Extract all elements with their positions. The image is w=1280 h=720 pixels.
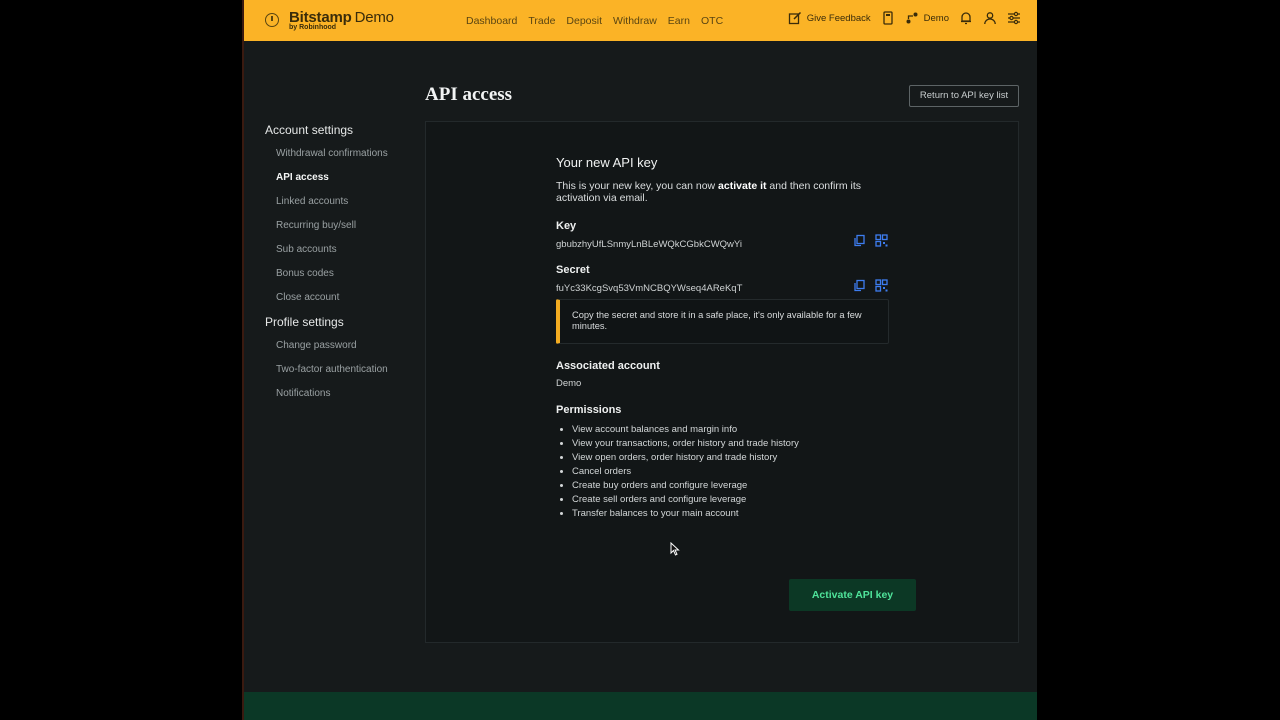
header-tools: Give Feedback Demo (788, 11, 1021, 25)
main-nav: Dashboard Trade Deposit Withdraw Earn OT… (466, 15, 723, 27)
key-label: Key (556, 220, 577, 232)
permission-item: Cancel orders (572, 466, 799, 480)
permission-item: Create buy orders and configure leverage (572, 480, 799, 494)
sidebar-item-api-access[interactable]: API access (265, 171, 415, 195)
nav-deposit[interactable]: Deposit (566, 15, 602, 27)
edit-icon (788, 11, 802, 25)
nav-withdraw[interactable]: Withdraw (613, 15, 657, 27)
associated-account-label: Associated account (556, 360, 660, 372)
footer-bar (244, 692, 1037, 720)
permission-item: Create sell orders and configure leverag… (572, 494, 799, 508)
activate-api-key-button[interactable]: Activate API key (789, 579, 916, 611)
nav-otc[interactable]: OTC (701, 15, 723, 27)
secret-label: Secret (556, 264, 590, 276)
sidebar-item-two-factor[interactable]: Two-factor authentication (265, 363, 415, 387)
permissions-list: View account balances and margin info Vi… (572, 424, 799, 522)
copy-key-icon[interactable] (853, 234, 866, 247)
give-feedback-button[interactable]: Give Feedback (788, 11, 871, 25)
sidebar-item-bonus-codes[interactable]: Bonus codes (265, 267, 415, 291)
mouse-cursor-icon (670, 542, 680, 556)
sidebar-item-notifications[interactable]: Notifications (265, 387, 415, 411)
intro-bold: activate it (718, 180, 767, 192)
page-title: API access (425, 84, 513, 105)
api-key-panel: Your new API key This is your new key, y… (425, 121, 1019, 643)
secret-warning: Copy the secret and store it in a safe p… (556, 299, 889, 344)
account-settings-heading: Account settings (265, 123, 354, 137)
nav-earn[interactable]: Earn (668, 15, 690, 27)
settings-sliders-icon[interactable] (1007, 11, 1021, 25)
copy-secret-icon[interactable] (853, 279, 866, 292)
permissions-label: Permissions (556, 404, 622, 416)
app-window: Bitstamp Demo by Robinhood Dashboard Trad… (244, 0, 1037, 720)
nav-trade[interactable]: Trade (528, 15, 555, 27)
account-label: Demo (923, 12, 949, 24)
qr-secret-icon[interactable] (875, 279, 888, 292)
sidebar-item-sub-accounts[interactable]: Sub accounts (265, 243, 415, 267)
top-navbar: Bitstamp Demo by Robinhood Dashboard Trad… (244, 0, 1037, 41)
intro-pre: This is your new key, you can now (556, 180, 719, 192)
associated-account-value: Demo (556, 378, 582, 389)
key-value: gbubzhyUfLSnmyLnBLeWQkCGbkCWQwYi (556, 239, 743, 250)
user-icon[interactable] (983, 11, 997, 25)
account-switcher[interactable]: Demo (905, 11, 949, 25)
secret-value: fuYc33KcgSvq53VmNCBQYWseq4AReKqT (556, 283, 743, 294)
sidebar-item-change-password[interactable]: Change password (265, 339, 415, 363)
info-icon[interactable] (265, 13, 279, 27)
permission-item: View your transactions, order history an… (572, 438, 799, 452)
permission-item: View open orders, order history and trad… (572, 452, 799, 466)
profile-settings-heading: Profile settings (265, 315, 344, 329)
calculator-icon[interactable] (881, 11, 895, 25)
give-feedback-label: Give Feedback (806, 12, 871, 24)
accounts-icon (905, 11, 919, 25)
sidebar-item-withdrawal-confirmations[interactable]: Withdrawal confirmations (265, 147, 415, 171)
bell-icon[interactable] (959, 11, 973, 25)
return-to-api-list-button[interactable]: Return to API key list (909, 85, 1019, 107)
settings-sidebar: Account settings Withdrawal confirmation… (265, 123, 415, 411)
intro-text: This is your new key, you can now activa… (556, 180, 890, 204)
qr-key-icon[interactable] (875, 234, 888, 247)
sidebar-item-close-account[interactable]: Close account (265, 291, 415, 315)
new-key-title: Your new API key (556, 155, 658, 170)
brand-suffix: Demo (354, 9, 394, 26)
sidebar-item-recurring-buy-sell[interactable]: Recurring buy/sell (265, 219, 415, 243)
nav-dashboard[interactable]: Dashboard (466, 15, 517, 27)
permission-item: View account balances and margin info (572, 424, 799, 438)
sidebar-item-linked-accounts[interactable]: Linked accounts (265, 195, 415, 219)
permission-item: Transfer balances to your main account (572, 508, 799, 522)
brand-sub: by Robinhood (289, 24, 337, 31)
